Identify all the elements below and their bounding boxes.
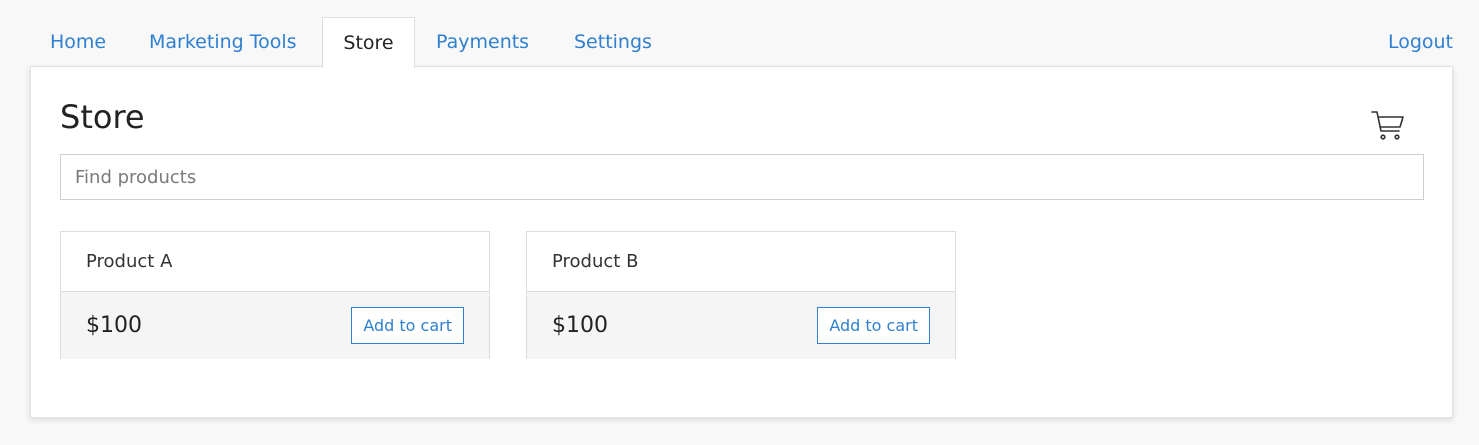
tab-home[interactable]: Home [50, 17, 106, 67]
product-name: Product A [61, 232, 489, 292]
product-card: Product A $100 Add to cart [60, 231, 490, 359]
page-title: Store [60, 98, 145, 136]
tab-marketing-tools[interactable]: Marketing Tools [149, 17, 297, 67]
tab-payments[interactable]: Payments [436, 17, 529, 67]
store-panel: Store Product A $100 Add to cart Product… [30, 66, 1453, 418]
tab-settings[interactable]: Settings [574, 17, 652, 67]
top-nav: Home Marketing Tools Store Payments Sett… [30, 17, 1453, 68]
cart-icon[interactable] [1370, 109, 1406, 143]
product-footer: $100 Add to cart [61, 292, 489, 359]
product-price: $100 [86, 313, 142, 338]
product-price: $100 [552, 313, 608, 338]
product-card: Product B $100 Add to cart [526, 231, 956, 359]
product-name: Product B [527, 232, 955, 292]
add-to-cart-button[interactable]: Add to cart [351, 307, 464, 344]
product-footer: $100 Add to cart [527, 292, 955, 359]
logout-link[interactable]: Logout [1388, 17, 1453, 67]
tab-store[interactable]: Store [322, 17, 415, 68]
add-to-cart-button[interactable]: Add to cart [817, 307, 930, 344]
search-input[interactable] [60, 154, 1424, 200]
